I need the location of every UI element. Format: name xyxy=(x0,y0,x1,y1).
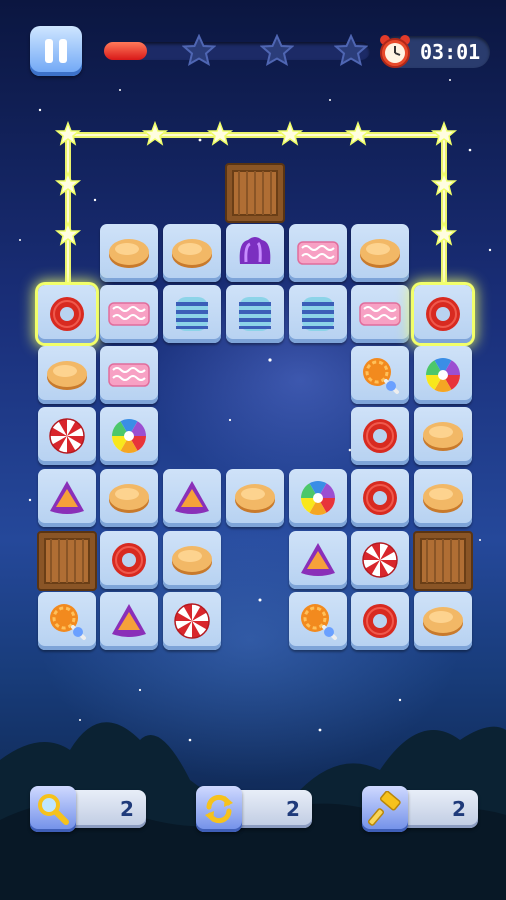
caramel-candy-icon xyxy=(172,546,212,575)
wooden-crate-icon xyxy=(37,531,97,591)
tile-peppermint[interactable] xyxy=(38,407,96,465)
tile-caramel[interactable] xyxy=(414,469,472,527)
caramel-candy-icon xyxy=(360,239,400,268)
top-crate xyxy=(225,163,285,223)
triangle-gummy-candy-icon xyxy=(112,604,146,637)
tile-caramel[interactable] xyxy=(226,469,284,527)
orange-lollipop-candy-icon xyxy=(50,604,86,640)
booster-magnifier[interactable]: 2 xyxy=(30,786,148,832)
pink-taffy-candy-icon xyxy=(108,302,150,326)
tile-pink-taffy[interactable] xyxy=(100,346,158,404)
peppermint-candy-icon xyxy=(174,603,210,639)
triangle-gummy-candy-icon xyxy=(50,481,84,514)
booster-count: 2 xyxy=(286,797,300,821)
striped-marshmallow-candy-icon xyxy=(302,297,334,331)
magnifier-button[interactable] xyxy=(30,786,76,832)
peppermint-candy-icon xyxy=(362,542,398,578)
rainbow-swirl-candy-icon xyxy=(112,419,146,453)
wooden-crate-icon xyxy=(225,163,285,223)
tile-triangle-gummy[interactable] xyxy=(163,469,221,527)
caramel-candy-icon xyxy=(423,422,463,451)
pink-taffy-candy-icon xyxy=(359,302,401,326)
tile-orange-lollipop[interactable] xyxy=(289,592,347,650)
tile-red-ring[interactable] xyxy=(38,285,96,343)
pink-taffy-candy-icon xyxy=(108,363,150,387)
tile-striped-marshmallow[interactable] xyxy=(163,285,221,343)
triangle-gummy-candy-icon xyxy=(175,481,209,514)
booster-count: 2 xyxy=(452,797,466,821)
red-ring-candy-icon xyxy=(363,604,397,638)
caramel-candy-icon xyxy=(47,361,87,390)
tile-caramel[interactable] xyxy=(163,531,221,589)
booster-count: 2 xyxy=(120,797,134,821)
tile-orange-lollipop[interactable] xyxy=(351,346,409,404)
tile-peppermint[interactable] xyxy=(351,531,409,589)
caramel-candy-icon xyxy=(423,484,463,513)
tile-caramel[interactable] xyxy=(38,346,96,404)
shuffle-icon xyxy=(205,794,233,824)
triangle-gummy-candy-icon xyxy=(301,543,335,576)
left-crate xyxy=(37,531,97,591)
red-ring-candy-icon xyxy=(426,297,460,331)
magnifier-icon xyxy=(38,794,69,825)
tile-red-ring[interactable] xyxy=(100,531,158,589)
tile-striped-marshmallow[interactable] xyxy=(289,285,347,343)
tile-orange-lollipop[interactable] xyxy=(38,592,96,650)
rainbow-swirl-candy-icon xyxy=(426,358,460,392)
striped-marshmallow-candy-icon xyxy=(176,297,208,331)
tile-rainbow-swirl[interactable] xyxy=(414,346,472,404)
red-ring-candy-icon xyxy=(112,543,146,577)
tile-triangle-gummy[interactable] xyxy=(38,469,96,527)
orange-lollipop-candy-icon xyxy=(363,358,399,394)
rainbow-swirl-candy-icon xyxy=(301,481,335,515)
peppermint-candy-icon xyxy=(49,418,85,454)
orange-lollipop-candy-icon xyxy=(301,604,337,640)
tile-pink-taffy[interactable] xyxy=(351,285,409,343)
red-ring-candy-icon xyxy=(50,297,84,331)
tile-red-ring[interactable] xyxy=(351,407,409,465)
caramel-candy-icon xyxy=(423,607,463,636)
tile-caramel[interactable] xyxy=(100,469,158,527)
tile-caramel[interactable] xyxy=(414,592,472,650)
caramel-candy-icon xyxy=(109,239,149,268)
red-ring-candy-icon xyxy=(363,419,397,453)
tile-red-ring[interactable] xyxy=(414,285,472,343)
tile-caramel[interactable] xyxy=(414,407,472,465)
tile-pink-taffy[interactable] xyxy=(289,224,347,282)
caramel-candy-icon xyxy=(235,484,275,513)
caramel-candy-icon xyxy=(109,484,149,513)
tile-red-ring[interactable] xyxy=(351,592,409,650)
tile-pink-taffy[interactable] xyxy=(100,285,158,343)
caramel-candy-icon xyxy=(172,239,212,268)
game-screen: 03:01 2 2 2 xyxy=(0,0,506,900)
tile-purple-jelly[interactable] xyxy=(226,224,284,282)
tile-triangle-gummy[interactable] xyxy=(100,592,158,650)
striped-marshmallow-candy-icon xyxy=(239,297,271,331)
shuffle-button[interactable] xyxy=(196,786,242,832)
tile-caramel[interactable] xyxy=(351,224,409,282)
tile-rainbow-swirl[interactable] xyxy=(100,407,158,465)
pink-taffy-candy-icon xyxy=(297,241,339,265)
red-ring-candy-icon xyxy=(363,481,397,515)
tile-triangle-gummy[interactable] xyxy=(289,531,347,589)
tile-caramel[interactable] xyxy=(100,224,158,282)
tile-red-ring[interactable] xyxy=(351,469,409,527)
game-board xyxy=(0,0,506,900)
booster-shuffle[interactable]: 2 xyxy=(196,786,314,832)
tile-peppermint[interactable] xyxy=(163,592,221,650)
tile-caramel[interactable] xyxy=(163,224,221,282)
booster-hammer[interactable]: 2 xyxy=(362,786,480,832)
hammer-icon xyxy=(367,791,401,826)
purple-jelly-candy-icon xyxy=(239,237,271,264)
hammer-button[interactable] xyxy=(362,786,408,832)
right-crate xyxy=(413,531,473,591)
wooden-crate-icon xyxy=(413,531,473,591)
tile-striped-marshmallow[interactable] xyxy=(226,285,284,343)
tile-rainbow-swirl[interactable] xyxy=(289,469,347,527)
